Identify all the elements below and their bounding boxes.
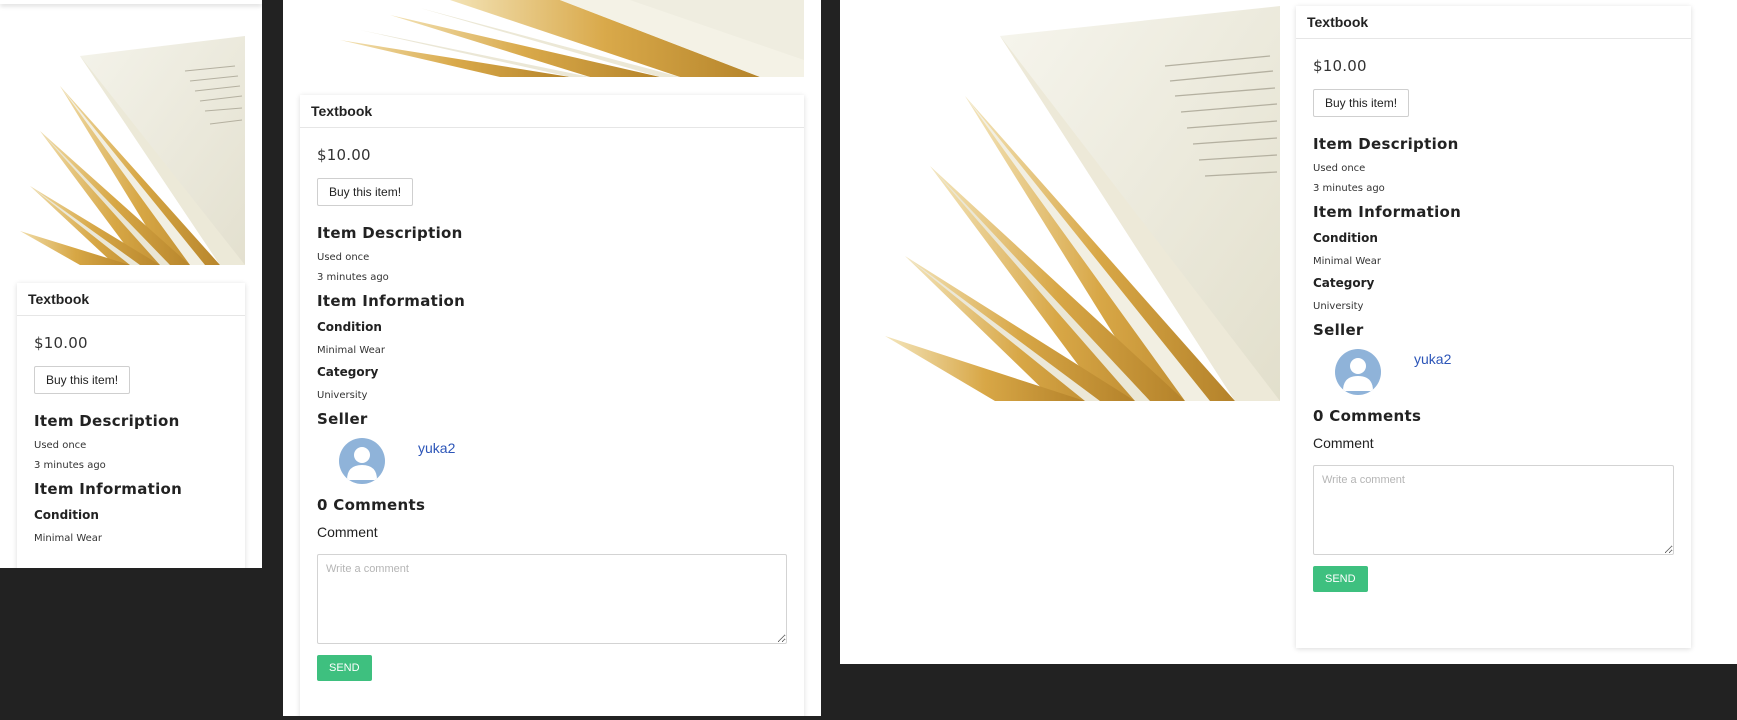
item-title: Textbook — [17, 283, 245, 316]
posted-time: 3 minutes ago — [34, 460, 106, 471]
description-heading: Item Description — [317, 224, 463, 242]
seller-heading: Seller — [1313, 321, 1364, 339]
info-heading: Item Information — [317, 292, 466, 310]
item-image — [885, 6, 1280, 401]
category-value: University — [317, 390, 368, 401]
info-heading: Item Information — [34, 480, 183, 498]
condition-label: Condition — [317, 320, 382, 334]
buy-button[interactable]: Buy this item! — [34, 366, 131, 394]
seller-row: yuka2 — [339, 438, 787, 484]
category-value: University — [1313, 301, 1364, 312]
category-label: Category — [1313, 276, 1375, 290]
user-avatar-icon — [1335, 349, 1381, 395]
description-heading: Item Description — [34, 412, 180, 430]
condition-label: Condition — [34, 508, 99, 522]
buy-button[interactable]: Buy this item! — [317, 178, 414, 206]
comment-label: Comment — [317, 524, 378, 540]
top-navbar-edge — [0, 0, 262, 4]
item-image — [300, 0, 804, 77]
comments-count: 0 Comments — [1313, 407, 1422, 425]
comment-label: Comment — [1313, 435, 1374, 451]
seller-heading: Seller — [317, 410, 368, 428]
item-price: $10.00 — [1313, 57, 1367, 75]
info-heading: Item Information — [1313, 203, 1462, 221]
send-button[interactable]: SEND — [1313, 566, 1368, 592]
item-image — [20, 36, 245, 265]
comment-input[interactable] — [1313, 465, 1674, 555]
seller-link[interactable]: yuka2 — [418, 440, 455, 456]
posted-time: 3 minutes ago — [1313, 183, 1385, 194]
item-card: Textbook $10.00 Buy this item! Item Desc… — [17, 283, 245, 568]
condition-value: Minimal Wear — [317, 345, 386, 356]
category-label: Category — [317, 365, 379, 379]
item-card: Textbook $10.00 Buy this item! Item Desc… — [300, 95, 804, 716]
description-text: Used once — [1313, 163, 1366, 174]
item-price: $10.00 — [34, 334, 88, 352]
seller-row: yuka2 — [1335, 349, 1674, 395]
description-text: Used once — [317, 252, 370, 263]
condition-value: Minimal Wear — [1313, 256, 1382, 267]
buy-button[interactable]: Buy this item! — [1313, 89, 1410, 117]
item-card: Textbook $10.00 Buy this item! Item Desc… — [1296, 6, 1691, 648]
item-title: Textbook — [300, 95, 804, 128]
tablet-view-screen: Textbook $10.00 Buy this item! Item Desc… — [283, 0, 821, 716]
condition-label: Condition — [1313, 231, 1378, 245]
mobile-view-screen: Textbook $10.00 Buy this item! Item Desc… — [0, 0, 262, 568]
send-button[interactable]: SEND — [317, 655, 372, 681]
description-text: Used once — [34, 440, 87, 451]
description-heading: Item Description — [1313, 135, 1459, 153]
comments-count: 0 Comments — [317, 496, 426, 514]
item-price: $10.00 — [317, 146, 371, 164]
desktop-view-screen: Textbook $10.00 Buy this item! Item Desc… — [840, 0, 1737, 664]
comment-input[interactable] — [317, 554, 787, 644]
condition-value: Minimal Wear — [34, 533, 103, 544]
item-title: Textbook — [1296, 6, 1691, 39]
posted-time: 3 minutes ago — [317, 272, 389, 283]
user-avatar-icon — [339, 438, 385, 484]
seller-link[interactable]: yuka2 — [1414, 351, 1451, 367]
